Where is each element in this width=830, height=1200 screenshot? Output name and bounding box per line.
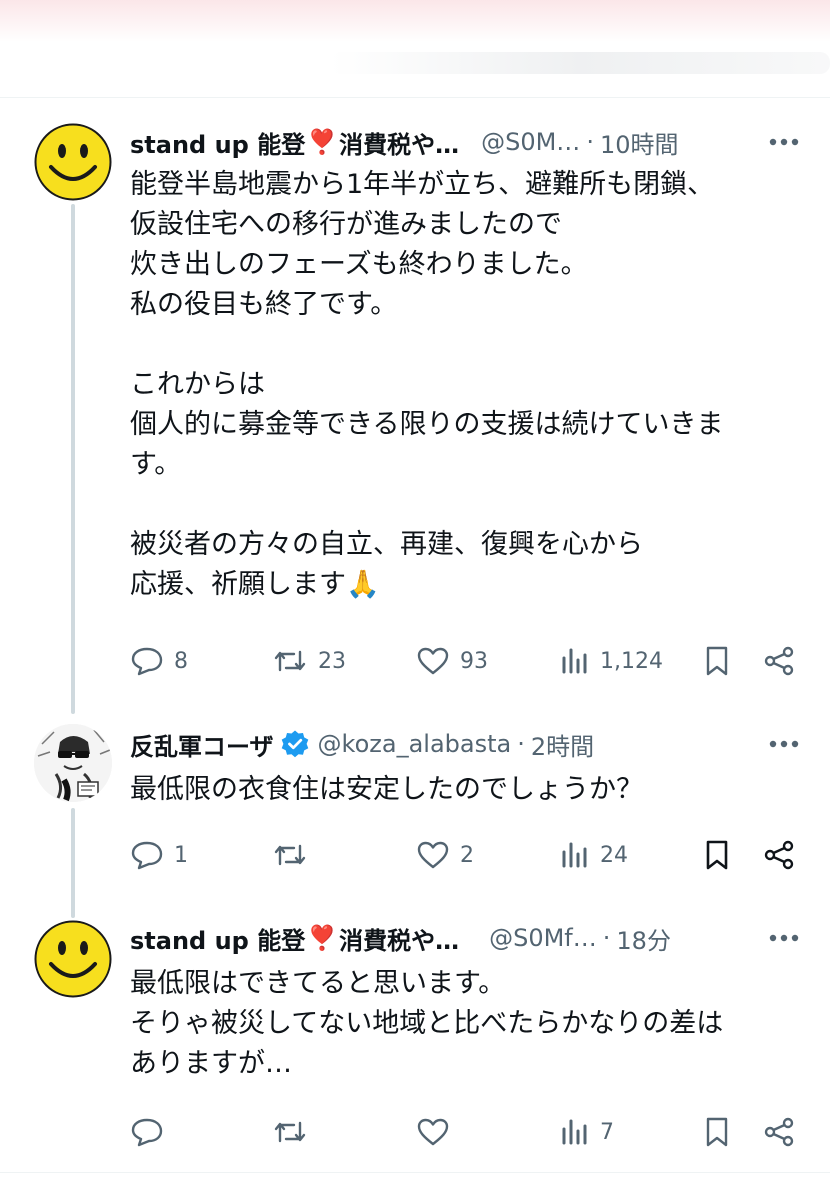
more-icon [769,934,799,942]
like-icon [417,647,449,675]
more-icon [769,740,799,748]
avatar[interactable] [34,123,112,201]
retweet-button[interactable]: 23 [272,641,346,681]
reply-icon [131,1118,163,1147]
retweet-icon [274,844,306,866]
tweet-header: stand up 能登 ❣️ 消費税や… @S0M… · 10時間 [130,122,802,162]
display-name[interactable]: 反乱軍コーザ [130,727,274,762]
tweet-actions: 1 2 24 [130,835,802,875]
more-button[interactable] [766,126,802,162]
reply-icon [131,841,163,870]
more-button[interactable] [766,922,802,958]
views-count: 1,124 [600,648,663,674]
retweet-count: 23 [318,648,346,674]
tweet-text: 最低限の衣食住は安定したのでしょうか？ [130,774,643,805]
views-icon [562,842,587,868]
like-button[interactable] [416,1112,450,1152]
user-handle[interactable]: @koza_alabasta [318,730,512,758]
tweet-text: 最低限はできてると思います。 そりゃ被災してない地域と比べたらかなりの差は あり… [130,968,724,1079]
reply-button[interactable] [130,1112,164,1152]
thread-line [71,204,75,714]
share-icon [764,646,794,676]
separator-dot: · [586,128,594,156]
share-icon [764,1117,794,1147]
tweet-text: 能登半島地震から1年半が立ち、避難所も閉鎖、 仮設住宅への移行が進みましたので … [130,169,724,600]
like-icon [417,841,449,869]
views-icon [562,648,587,674]
like-count: 93 [460,648,488,674]
bookmark-button[interactable] [702,835,732,875]
share-button[interactable] [762,641,796,681]
views-count: 24 [600,842,628,868]
avatar[interactable] [34,920,112,998]
tweet-header: stand up 能登 ❣️ 消費税や… @S0Mf… · 18分 [130,918,802,958]
timestamp[interactable]: 18分 [616,921,671,956]
top-bar-blur [0,0,830,42]
reply-button[interactable]: 1 [130,835,188,875]
like-count: 2 [460,842,474,868]
views-icon [562,1119,587,1145]
reply-count: 8 [174,648,188,674]
views-button[interactable]: 1,124 [560,641,663,681]
smiley-avatar-icon [34,920,112,998]
views-button[interactable]: 24 [560,835,628,875]
like-icon [417,1118,449,1146]
share-button[interactable] [762,1112,796,1152]
verified-badge-icon [281,730,308,758]
tweet-actions: 7 [130,1112,802,1152]
display-name[interactable]: stand up 能登 [130,921,305,956]
top-bar-blur-actions [330,52,830,74]
retweet-icon [274,1121,306,1143]
heart-emoji: ❣️ [307,924,338,952]
reply-icon [131,647,163,676]
bookmark-button[interactable] [702,641,732,681]
share-icon [764,840,794,870]
display-name[interactable]: stand up 能登 [130,125,305,160]
divider [0,1172,830,1173]
bookmark-icon [706,1117,728,1147]
like-button[interactable]: 93 [416,641,488,681]
views-count: 7 [600,1119,614,1145]
retweet-button[interactable] [272,1112,308,1152]
more-icon [769,138,799,146]
reply-button[interactable]: 8 [130,641,188,681]
smiley-avatar-icon [34,123,112,201]
more-button[interactable] [766,728,802,764]
tweet-header: 反乱軍コーザ @koza_alabasta · 2時間 [130,724,802,764]
display-name-suffix[interactable]: 消費税や… [339,921,459,956]
verified-badge [280,729,310,759]
share-button[interactable] [762,835,796,875]
bookmark-icon [706,840,728,870]
separator-dot: · [602,924,611,952]
tweet-actions: 8 23 93 1,124 [130,641,802,681]
thread-line [71,808,75,918]
retweet-icon [274,650,306,672]
manga-avatar-icon [34,724,112,802]
retweet-button[interactable] [272,835,308,875]
user-handle[interactable]: @S0Mf… [489,924,597,952]
timestamp[interactable]: 2時間 [531,727,594,762]
bookmark-icon [706,646,728,676]
display-name-suffix[interactable]: 消費税や… [339,125,459,160]
views-button[interactable]: 7 [560,1112,614,1152]
heart-emoji: ❣️ [307,128,338,156]
separator-dot: · [517,730,525,758]
timestamp[interactable]: 10時間 [600,125,679,160]
like-button[interactable]: 2 [416,835,474,875]
reply-count: 1 [174,842,188,868]
avatar[interactable] [34,724,112,802]
bookmark-button[interactable] [702,1112,732,1152]
user-handle[interactable]: @S0M… [481,128,580,156]
top-bar [0,0,830,98]
